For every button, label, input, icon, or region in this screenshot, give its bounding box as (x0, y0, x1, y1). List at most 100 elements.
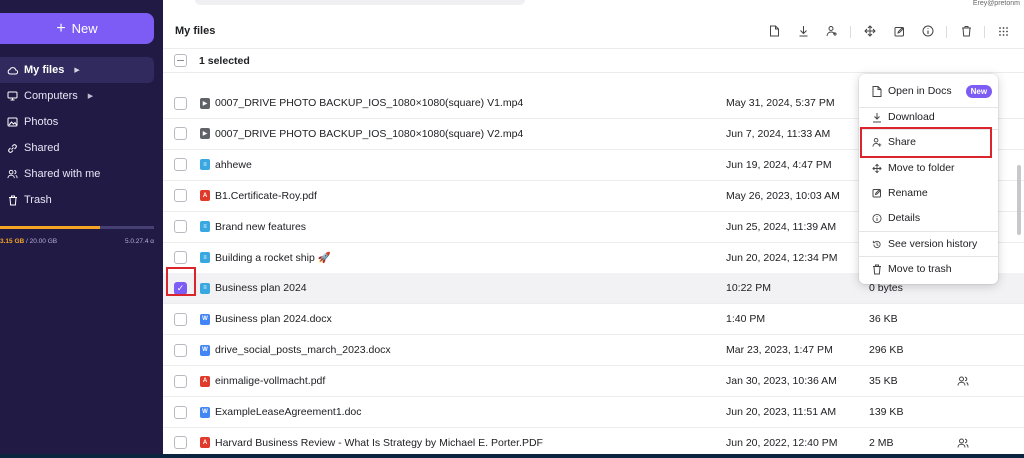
context-menu: Open in Docs New Download Share Move to … (859, 74, 998, 284)
open-doc-icon[interactable] (767, 24, 781, 38)
menu-open-in-docs-label: Open in Docs (888, 85, 952, 97)
new-button[interactable]: + New (0, 13, 154, 44)
row-checkbox[interactable] (174, 96, 187, 110)
sidebar-item-photos[interactable]: Photos (0, 109, 154, 135)
menu-download-label: Download (888, 111, 935, 123)
row-checkbox[interactable] (174, 220, 187, 234)
menu-move-to-trash[interactable]: Move to trash (859, 257, 998, 281)
file-modified-date: Jun 20, 2022, 12:40 PM (726, 436, 838, 449)
file-name[interactable]: ExampleLeaseAgreement1.doc (215, 406, 362, 418)
select-all-checkbox[interactable] (174, 54, 187, 67)
file-name[interactable]: einmalige-vollmacht.pdf (215, 375, 325, 387)
word-file-icon: W (200, 344, 210, 356)
row-checkbox[interactable] (174, 158, 187, 172)
row-checkbox[interactable] (174, 312, 187, 326)
share-icon[interactable] (825, 24, 839, 38)
users-icon (7, 169, 18, 180)
menu-download[interactable]: Download (859, 105, 998, 129)
sidebar-item-trash[interactable]: Trash (0, 187, 154, 213)
row-checkbox[interactable] (174, 343, 187, 357)
checkbox-highlight (166, 267, 196, 296)
sidebar-item-label: My files (24, 64, 65, 76)
storage-used: 3.15 GB (0, 238, 25, 245)
grid-view-icon[interactable] (996, 24, 1010, 38)
table-row[interactable]: W Business plan 2024.docx 1:40 PM 36 KB (163, 304, 1024, 336)
storage-info: 3.15 GB / 20.00 GB 5.0.27.4 α (0, 238, 154, 245)
storage-bar-fill (0, 226, 101, 229)
file-size: 296 KB (869, 344, 904, 357)
video-file-icon: ▶ (200, 97, 210, 109)
history-icon (872, 239, 882, 249)
rename-icon[interactable] (892, 24, 906, 38)
menu-rename-label: Rename (888, 187, 928, 199)
file-modified-date: 10:22 PM (726, 282, 771, 295)
table-row[interactable]: Wdrive_social_posts_march_2023.docx Mar 2… (163, 335, 1024, 367)
trash-icon[interactable] (959, 24, 973, 38)
download-icon (872, 112, 882, 122)
file-modified-date: Jan 30, 2023, 10:36 AM (726, 375, 837, 388)
file-size: 0 bytes (869, 282, 903, 295)
page-title: My files (175, 25, 216, 37)
table-row[interactable]: W ExampleLeaseAgreement1.doc Jun 20, 2023,… (163, 397, 1024, 428)
file-modified-date: Mar 23, 2023, 1:47 PM (726, 344, 833, 357)
menu-version-history-label: See version history (888, 238, 978, 250)
share-highlight (860, 127, 992, 158)
menu-open-in-docs[interactable]: Open in Docs New (859, 79, 998, 103)
chevron-right-icon[interactable]: ▶ (74, 66, 79, 74)
file-modified-date: Jun 20, 2023, 11:51 AM (726, 406, 837, 418)
scrollbar-thumb[interactable] (1017, 165, 1021, 235)
pdf-file-icon: A (200, 375, 210, 387)
menu-details[interactable]: Details (859, 206, 998, 230)
row-checkbox[interactable] (174, 251, 187, 264)
row-checkbox[interactable] (174, 127, 187, 141)
file-name[interactable]: Brand new features (215, 221, 306, 233)
search-bar[interactable] (195, 0, 525, 5)
file-size: 35 KB (869, 375, 898, 388)
file-modified-date: May 31, 2024, 5:37 PM (726, 97, 835, 109)
toolbar: My files (163, 16, 1024, 46)
toolbar-divider (984, 26, 985, 38)
file-name[interactable]: 0007_DRIVE PHOTO BACKUP_IOS_1080×1080(sq… (215, 97, 523, 109)
file-name[interactable]: Building a rocket ship 🚀 (215, 251, 331, 264)
file-name[interactable]: ahhewe (215, 159, 252, 171)
word-file-icon: W (200, 406, 210, 418)
menu-rename[interactable]: Rename (859, 181, 998, 205)
file-modified-date: Jun 7, 2024, 11:33 AM (726, 127, 831, 140)
sidebar-item-computers[interactable]: Computers ▶ (0, 83, 154, 109)
app-version: 5.0.27.4 α (124, 238, 154, 245)
file-name[interactable]: drive_social_posts_march_2023.docx (215, 344, 391, 356)
sidebar-item-label: Shared with me (24, 168, 101, 180)
row-checkbox[interactable] (174, 189, 187, 203)
taskbar-edge (0, 454, 1024, 458)
menu-move-to-folder[interactable]: Move to folder (859, 156, 998, 180)
info-icon[interactable] (921, 24, 935, 38)
file-name[interactable]: Business plan 2024 (215, 282, 307, 294)
file-name[interactable]: Business plan 2024.docx (215, 313, 332, 325)
file-name[interactable]: Harvard Business Review - What Is Strate… (215, 437, 543, 449)
image-icon (7, 117, 18, 128)
storage-total: / 20.00 GB (24, 238, 58, 245)
file-modified-date: May 26, 2023, 10:03 AM (726, 189, 840, 202)
file-modified-date: Jun 19, 2024, 4:47 PM (726, 158, 832, 171)
move-icon[interactable] (863, 24, 877, 38)
table-row[interactable]: Aeinmalige-vollmacht.pdf Jan 30, 2023, 10… (163, 366, 1024, 398)
file-name[interactable]: 0007_DRIVE PHOTO BACKUP_IOS_1080×1080(sq… (215, 128, 523, 140)
row-checkbox[interactable] (174, 374, 187, 388)
sidebar-item-my-files[interactable]: My files ▶ (0, 57, 154, 83)
chevron-right-icon[interactable]: ▶ (88, 92, 93, 100)
new-button-label: New (71, 21, 98, 36)
row-checkbox[interactable] (174, 405, 187, 419)
shared-users-icon (957, 438, 969, 448)
sidebar: + New My files ▶ Computers ▶ Photos Shared Sha… (0, 0, 163, 458)
file-name[interactable]: B1.Certificate-Roy.pdf (215, 190, 317, 202)
pdf-file-icon: A (200, 437, 210, 449)
menu-details-label: Details (888, 212, 921, 224)
row-checkbox[interactable] (174, 436, 187, 450)
sidebar-item-label: Computers (24, 90, 78, 102)
menu-version-history[interactable]: See version history (859, 232, 998, 256)
sidebar-item-shared-with-me[interactable]: Shared with me (0, 161, 154, 187)
cloud-icon (7, 65, 18, 76)
menu-move-to-folder-label: Move to folder (888, 162, 955, 174)
download-icon[interactable] (796, 24, 810, 38)
sidebar-item-shared[interactable]: Shared (0, 135, 154, 161)
